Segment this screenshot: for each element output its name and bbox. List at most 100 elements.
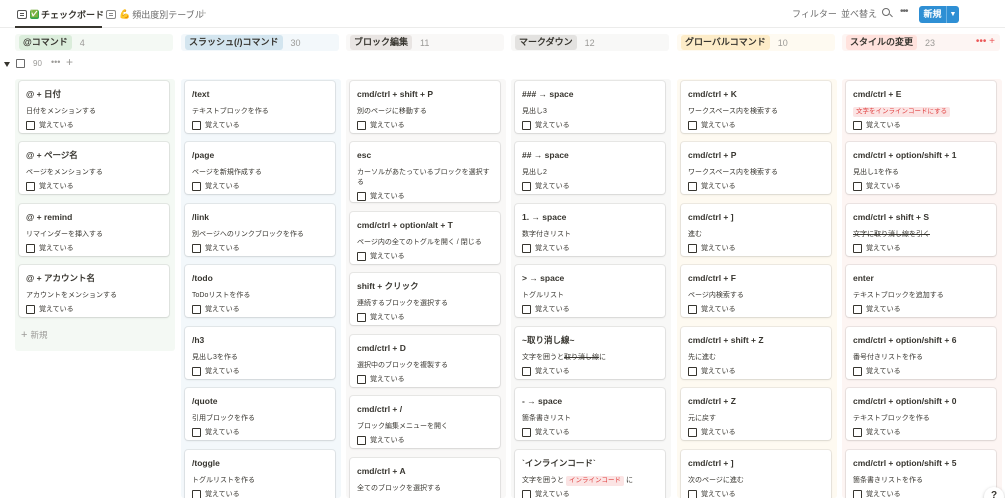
checkbox[interactable] <box>688 243 697 253</box>
remembered-checkbox-row[interactable]: 覚えている <box>522 489 658 498</box>
checkbox[interactable] <box>853 366 862 376</box>
add-card-button[interactable]: + 新規 <box>21 329 47 341</box>
remembered-checkbox-row[interactable]: 覚えている <box>853 181 989 191</box>
checkbox[interactable] <box>522 304 531 314</box>
card[interactable]: cmd/ctrl + / ブロック編集メニューを開く 覚えている <box>350 396 500 448</box>
card[interactable]: cmd/ctrl + K ワークスペース内を検索する 覚えている <box>681 81 831 133</box>
remembered-checkbox-row[interactable]: 覚えている <box>192 366 328 376</box>
checkbox[interactable] <box>853 304 862 314</box>
remembered-checkbox-row[interactable]: 覚えている <box>522 243 658 253</box>
checkbox[interactable] <box>192 366 201 376</box>
card[interactable]: - → space 箇条書きリスト 覚えている <box>515 388 665 440</box>
card[interactable]: /h3 見出し3を作る 覚えている <box>185 327 335 379</box>
card[interactable]: cmd/ctrl + option/alt + T ページ内の全てのトグルを開く … <box>350 212 500 264</box>
column-more-add-icon[interactable]: ••• + <box>976 36 995 47</box>
remembered-checkbox-row[interactable]: 覚えている <box>688 120 824 130</box>
card[interactable]: cmd/ctrl + option/shift + 0 テキストブロックを作る 覚え… <box>846 388 996 440</box>
group-checkbox[interactable] <box>16 59 25 68</box>
column-header[interactable]: スラッシュ(/)コマンド 30 <box>181 34 339 51</box>
checkbox[interactable] <box>522 427 531 437</box>
checkbox[interactable] <box>192 120 201 130</box>
checkbox[interactable] <box>688 304 697 314</box>
card[interactable]: ~取り消し線~ 文字を囲うと取り消し線に 覚えている <box>515 327 665 379</box>
tab-checkboard[interactable]: ✅ チェックボード <box>17 6 104 22</box>
card[interactable]: cmd/ctrl + option/shift + 5 箇条書きリストを作る 覚えて… <box>846 450 996 498</box>
remembered-checkbox-row[interactable]: 覚えている <box>192 243 328 253</box>
card[interactable]: esc カーソルがあたっているブロックを選択する 覚えている <box>350 142 500 202</box>
checkbox[interactable] <box>192 304 201 314</box>
remembered-checkbox-row[interactable]: 覚えている <box>688 304 824 314</box>
column-header[interactable]: グローバルコマンド 10 <box>677 34 835 51</box>
checkbox[interactable] <box>192 489 201 498</box>
remembered-checkbox-row[interactable]: 覚えている <box>192 489 328 498</box>
checkbox[interactable] <box>522 120 531 130</box>
group-add-icon[interactable]: + <box>66 55 73 69</box>
card[interactable]: cmd/ctrl + shift + S 文字に取り消し線を引く 覚えている <box>846 204 996 256</box>
card[interactable]: @ + 日付 日付をメンションする 覚えている <box>19 81 169 133</box>
remembered-checkbox-row[interactable]: 覚えている <box>853 243 989 253</box>
card[interactable]: cmd/ctrl + E 文字をインラインコードにする 覚えている <box>846 81 996 133</box>
checkbox[interactable] <box>26 243 35 253</box>
card[interactable]: 1. → space 数字付きリスト 覚えている <box>515 204 665 256</box>
card[interactable]: cmd/ctrl + Z 元に戻す 覚えている <box>681 388 831 440</box>
remembered-checkbox-row[interactable]: 覚えている <box>688 489 824 498</box>
card[interactable]: /todo ToDoリストを作る 覚えている <box>185 265 335 317</box>
card[interactable]: cmd/ctrl + F ページ内検索する 覚えている <box>681 265 831 317</box>
card[interactable]: cmd/ctrl + shift + Z 先に進む 覚えている <box>681 327 831 379</box>
card[interactable]: /quote 引用ブロックを作る 覚えている <box>185 388 335 440</box>
column-header[interactable]: マークダウン 12 <box>511 34 669 51</box>
remembered-checkbox-row[interactable]: 覚えている <box>26 181 162 191</box>
column-header[interactable]: ブロック編集 11 <box>346 34 504 51</box>
add-view-plus-icon[interactable]: + <box>199 5 207 20</box>
card[interactable]: cmd/ctrl + ] 次のページに進む 覚えている <box>681 450 831 498</box>
checkbox[interactable] <box>688 366 697 376</box>
sort-button[interactable]: 並べ替え <box>841 7 877 20</box>
remembered-checkbox-row[interactable]: 覚えている <box>688 427 824 437</box>
remembered-checkbox-row[interactable]: 覚えている <box>688 243 824 253</box>
remembered-checkbox-row[interactable]: 覚えている <box>522 366 658 376</box>
checkbox[interactable] <box>357 251 366 261</box>
new-button[interactable]: 新規 ▼ <box>919 6 959 23</box>
card[interactable]: @ + ページ名 ページをメンションする 覚えている <box>19 142 169 194</box>
card[interactable]: cmd/ctrl + ] 進む 覚えている <box>681 204 831 256</box>
remembered-checkbox-row[interactable]: 覚えている <box>192 304 328 314</box>
checkbox[interactable] <box>688 120 697 130</box>
card[interactable]: ### → space 見出し3 覚えている <box>515 81 665 133</box>
card[interactable]: cmd/ctrl + option/shift + 1 見出し1を作る 覚えている <box>846 142 996 194</box>
card[interactable]: /page ページを新規作成する 覚えている <box>185 142 335 194</box>
card[interactable]: cmd/ctrl + A全てのブロックを選択する覚えている <box>350 458 500 498</box>
checkbox[interactable] <box>522 181 531 191</box>
card[interactable]: enter テキストブロックを追加する 覚えている <box>846 265 996 317</box>
remembered-checkbox-row[interactable]: 覚えている <box>357 191 493 201</box>
checkbox[interactable] <box>357 374 366 384</box>
checkbox[interactable] <box>357 312 366 322</box>
column-header[interactable]: @コマンド 4 <box>15 34 173 51</box>
remembered-checkbox-row[interactable]: 覚えている <box>522 304 658 314</box>
new-button-label[interactable]: 新規 <box>919 6 946 23</box>
collapse-triangle-icon[interactable] <box>4 62 10 67</box>
card[interactable]: /text テキストブロックを作る 覚えている <box>185 81 335 133</box>
remembered-checkbox-row[interactable]: 覚えている <box>357 374 493 384</box>
card[interactable]: > → space トグルリスト 覚えている <box>515 265 665 317</box>
checkbox[interactable] <box>357 435 366 445</box>
remembered-checkbox-row[interactable]: 覚えている <box>688 366 824 376</box>
checkbox[interactable] <box>688 427 697 437</box>
checkbox[interactable] <box>26 304 35 314</box>
remembered-checkbox-row[interactable]: 覚えている <box>26 120 162 130</box>
remembered-checkbox-row[interactable]: 覚えている <box>522 427 658 437</box>
remembered-checkbox-row[interactable]: 覚えている <box>853 366 989 376</box>
remembered-checkbox-row[interactable]: 覚えている <box>357 251 493 261</box>
card[interactable]: cmd/ctrl + shift + P 別のページに移動する 覚えている <box>350 81 500 133</box>
checkbox[interactable] <box>853 120 862 130</box>
checkbox[interactable] <box>522 366 531 376</box>
checkbox[interactable] <box>192 427 201 437</box>
card[interactable]: /link 別ページへのリンクブロックを作る 覚えている <box>185 204 335 256</box>
remembered-checkbox-row[interactable]: 覚えている <box>192 427 328 437</box>
checkbox[interactable] <box>688 181 697 191</box>
checkbox[interactable] <box>26 120 35 130</box>
checkbox[interactable] <box>853 243 862 253</box>
checkbox[interactable] <box>688 489 697 498</box>
filter-button[interactable]: フィルター <box>792 7 837 20</box>
group-more-icon[interactable]: ••• <box>51 57 60 67</box>
checkbox[interactable] <box>357 191 366 201</box>
